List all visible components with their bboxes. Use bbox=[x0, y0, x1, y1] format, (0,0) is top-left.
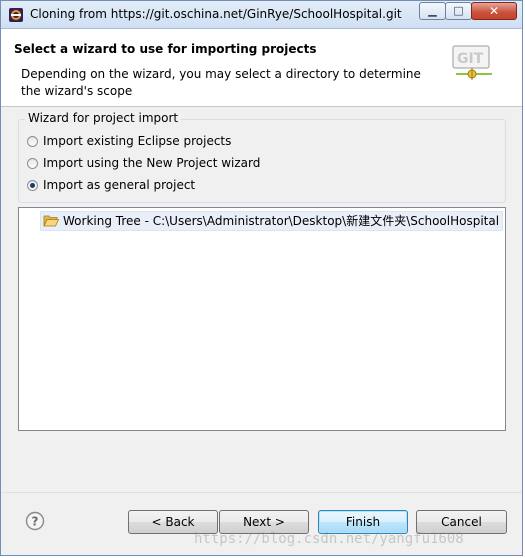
radio-label[interactable]: Import as general project bbox=[43, 178, 195, 192]
close-icon: ✕ bbox=[488, 4, 500, 18]
close-button[interactable]: ✕ bbox=[471, 2, 517, 20]
radio-button[interactable] bbox=[27, 136, 38, 147]
tree-item-working-tree[interactable]: Working Tree - C:\Users\Administrator\De… bbox=[40, 211, 504, 231]
wizard-header: Select a wizard to use for importing pro… bbox=[1, 29, 522, 107]
folder-open-icon bbox=[43, 215, 59, 227]
radio-label[interactable]: Import existing Eclipse projects bbox=[43, 134, 231, 148]
minimize-button[interactable]: ▁ bbox=[419, 2, 446, 20]
watermark: https://blog.csdn.net/yangfu1608 bbox=[194, 531, 464, 547]
minimize-icon: ▁ bbox=[428, 4, 437, 17]
page-description: Depending on the wizard, you may select … bbox=[21, 67, 421, 98]
window-title: Cloning from https://git.oschina.net/Gin… bbox=[30, 7, 402, 21]
radio-button[interactable] bbox=[27, 158, 38, 169]
project-tree[interactable]: Working Tree - C:\Users\Administrator\De… bbox=[18, 207, 506, 431]
tree-item-label: Working Tree - C:\Users\Administrator\De… bbox=[63, 214, 500, 228]
page-title: Select a wizard to use for importing pro… bbox=[14, 42, 317, 56]
radio-button-checked[interactable] bbox=[27, 180, 38, 191]
wizard-group: Wizard for project import Import existin… bbox=[18, 111, 506, 203]
wizard-group-label: Wizard for project import bbox=[25, 111, 182, 125]
git-logo-icon: GIT bbox=[452, 45, 492, 80]
help-icon[interactable]: ? bbox=[25, 511, 45, 531]
title-bar[interactable]: Cloning from https://git.oschina.net/Gin… bbox=[1, 1, 522, 29]
radio-label[interactable]: Import using the New Project wizard bbox=[43, 156, 260, 170]
maximize-icon: □ bbox=[453, 4, 464, 17]
svg-text:?: ? bbox=[32, 515, 39, 529]
footer-divider bbox=[1, 492, 522, 493]
dialog-window: Cloning from https://git.oschina.net/Gin… bbox=[0, 0, 523, 556]
maximize-button[interactable]: □ bbox=[445, 2, 472, 20]
eclipse-icon bbox=[9, 8, 23, 22]
git-logo-text: GIT bbox=[457, 51, 484, 67]
